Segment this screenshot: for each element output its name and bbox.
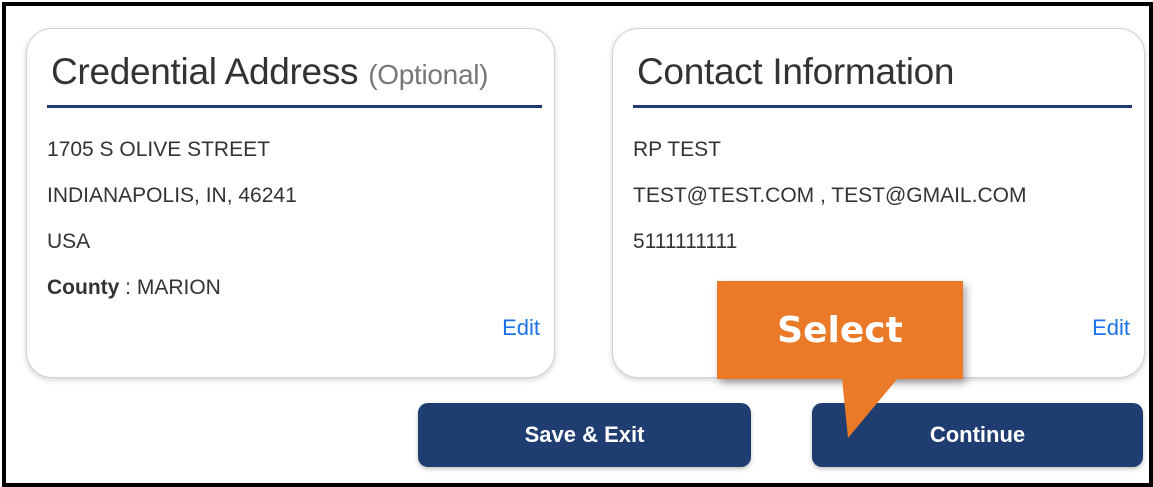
credential-address-title: Credential Address (Optional) <box>51 51 488 93</box>
contact-details: RP TEST TEST@TEST.COM , TEST@GMAIL.COM 5… <box>633 127 1026 265</box>
contact-information-title: Contact Information <box>637 51 955 92</box>
county-value: : MARION <box>119 276 221 299</box>
contact-information-edit-link[interactable]: Edit <box>1092 315 1130 341</box>
optional-label: (Optional) <box>368 59 489 90</box>
title-underline <box>47 105 542 108</box>
contact-emails: TEST@TEST.COM , TEST@GMAIL.COM <box>633 184 1027 207</box>
select-callout: Select <box>717 281 963 379</box>
callout-label: Select <box>777 309 903 351</box>
credential-address-card: Credential Address (Optional) 1705 S OLI… <box>26 28 555 378</box>
address-county: County : MARION <box>47 265 297 311</box>
contact-phone: 5111111111 <box>633 230 738 253</box>
callout-pointer-icon <box>842 378 898 438</box>
contact-name: RP TEST <box>633 138 721 161</box>
screenshot-frame: Credential Address (Optional) 1705 S OLI… <box>2 2 1153 487</box>
save-exit-button[interactable]: Save & Exit <box>418 403 751 467</box>
address-city-state-zip: INDIANAPOLIS, IN, 46241 <box>47 184 297 207</box>
credential-address-edit-link[interactable]: Edit <box>502 315 540 341</box>
credential-address-details: 1705 S OLIVE STREET INDIANAPOLIS, IN, 46… <box>47 127 297 311</box>
title-underline <box>633 105 1132 108</box>
address-country: USA <box>47 230 91 253</box>
address-line-1: 1705 S OLIVE STREET <box>47 138 270 161</box>
credential-address-title-text: Credential Address <box>51 51 359 92</box>
county-label: County <box>47 276 120 299</box>
